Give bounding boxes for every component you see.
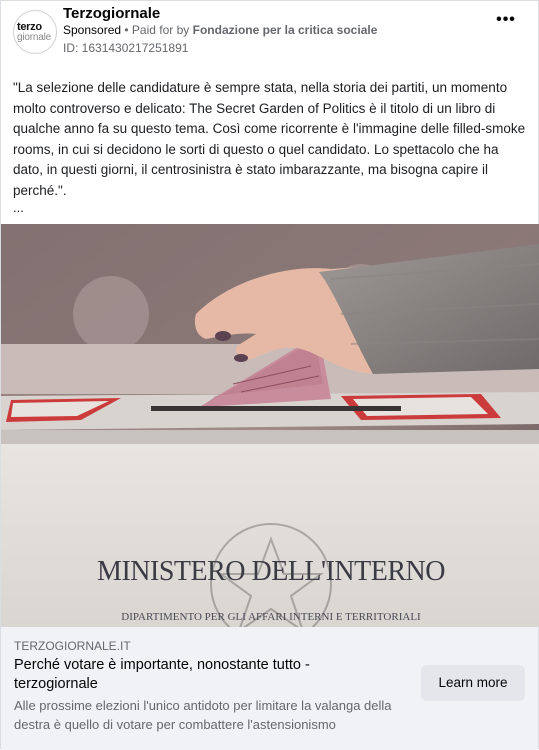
page-name-link[interactable]: Terzogiornale bbox=[63, 5, 160, 22]
avatar-logo-text-bottom: giornale bbox=[17, 32, 51, 43]
sponsored-line: Sponsored • Paid for by Fondazione per l… bbox=[63, 23, 377, 37]
paid-for-prefix: • Paid for by bbox=[124, 23, 190, 37]
ad-post-card: terzo giornale Terzogiornale Sponsored •… bbox=[0, 0, 539, 750]
post-body-text: "La selezione delle candidature è sempre… bbox=[13, 80, 526, 198]
ad-id: ID: 1631430217251891 bbox=[63, 41, 189, 55]
more-horizontal-icon[interactable]: ••• bbox=[494, 12, 518, 33]
post-image[interactable]: MINISTERO DELL'INTERNO DIPARTIMENTO PER … bbox=[1, 224, 539, 627]
sponsored-label: Sponsored bbox=[63, 23, 122, 37]
learn-more-button[interactable]: Learn more bbox=[421, 665, 525, 701]
post-header: terzo giornale Terzogiornale Sponsored •… bbox=[1, 1, 538, 67]
page-avatar[interactable]: terzo giornale bbox=[13, 10, 57, 54]
link-domain: TERZOGIORNALE.IT bbox=[14, 639, 131, 653]
see-more-ellipsis[interactable]: ... bbox=[13, 200, 24, 215]
link-preview[interactable]: TERZOGIORNALE.IT Perché votare è importa… bbox=[1, 627, 538, 750]
link-description: Alle prossime elezioni l'unico antidoto … bbox=[14, 698, 392, 732]
ballot-box-main-text: MINISTERO DELL'INTERNO bbox=[97, 556, 445, 587]
link-headline[interactable]: Perché votare è importante, nonostante t… bbox=[14, 656, 394, 694]
payer-name: Fondazione per la critica sociale bbox=[192, 23, 378, 37]
ballot-box-photo: MINISTERO DELL'INTERNO DIPARTIMENTO PER … bbox=[1, 224, 539, 627]
ballot-box-sub-text: DIPARTIMENTO PER GLI AFFARI INTERNI E TE… bbox=[121, 611, 421, 623]
